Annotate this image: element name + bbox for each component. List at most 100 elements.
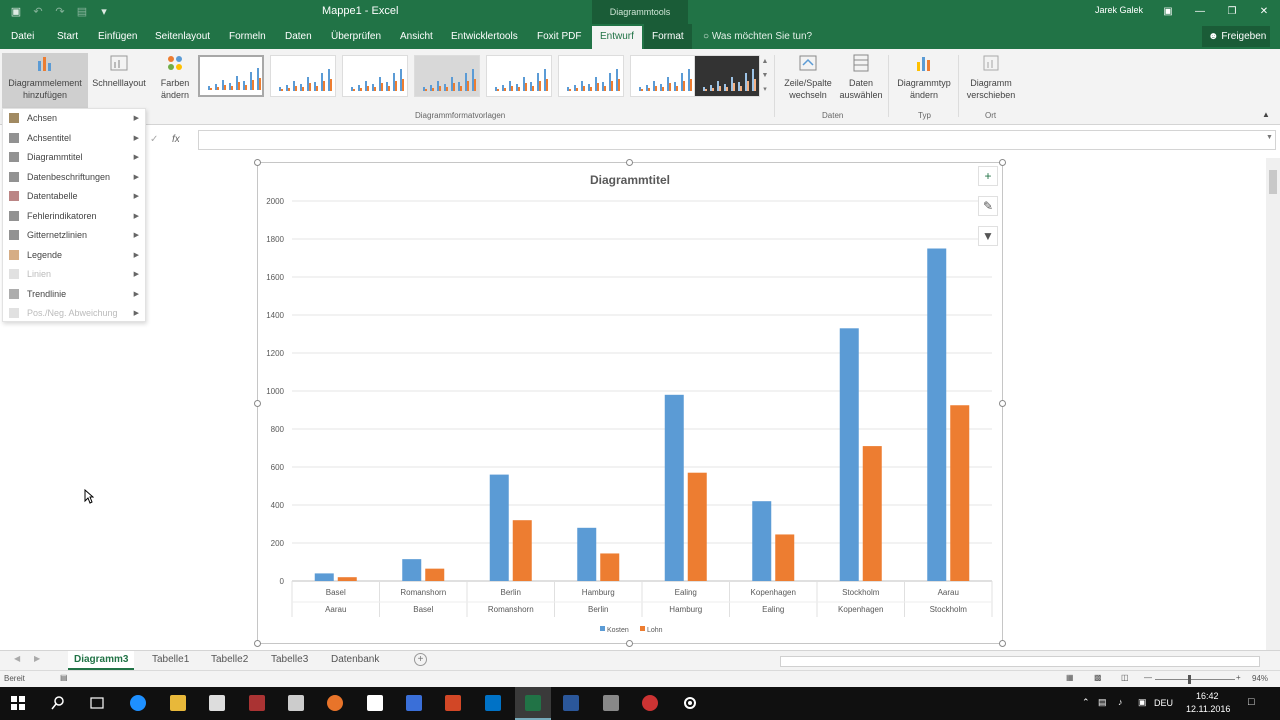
tab-formeln[interactable]: Formeln [229, 31, 266, 42]
bar-kosten[interactable] [314, 573, 334, 581]
tab-start[interactable]: Start [57, 31, 78, 42]
outlook-icon[interactable] [485, 695, 501, 711]
sheet-tab-diagramm3[interactable]: Diagramm3 [68, 651, 135, 670]
windows-start-icon[interactable] [10, 695, 26, 711]
minimize-icon[interactable]: — [1184, 0, 1216, 24]
tab-entwurf[interactable]: Entwurf [592, 26, 642, 49]
chart-style-1[interactable] [198, 55, 264, 97]
tab-foxit-pdf[interactable]: Foxit PDF [537, 31, 581, 42]
resize-handle[interactable] [626, 640, 633, 647]
notifications-icon[interactable]: □ [1248, 696, 1255, 708]
legend[interactable]: Kosten Lohn [600, 626, 663, 634]
formula-input[interactable] [198, 130, 1276, 150]
add-chart-element-button[interactable]: Diagrammelement hinzufügen [2, 53, 88, 113]
language-indicator[interactable]: DEU [1154, 698, 1173, 708]
bar-lohn[interactable] [512, 520, 532, 581]
prev-sheet-icon[interactable]: ◀ [14, 654, 20, 663]
new-sheet-icon[interactable]: + [414, 653, 427, 666]
menu-item-diagrammtitel[interactable]: Diagrammtitel ▶ [3, 148, 145, 167]
collapse-ribbon-icon[interactable]: ▲ [1262, 109, 1270, 121]
zoom-slider-thumb[interactable] [1188, 675, 1191, 684]
tab-entwicklertools[interactable]: Entwicklertools [451, 31, 518, 42]
tab-daten[interactable]: Daten [285, 31, 312, 42]
menu-item-datentabelle[interactable]: Datentabelle ▶ [3, 187, 145, 206]
menu-item-legende[interactable]: Legende ▶ [3, 246, 145, 265]
change-chart-type-button[interactable]: Diagrammtyp ändern [892, 53, 956, 101]
zoom-level[interactable]: 94% [1252, 674, 1268, 683]
gallery-more-icon[interactable]: ▾ [760, 83, 770, 97]
tab-datei[interactable]: Datei [11, 31, 34, 42]
print-icon[interactable]: ▤ [74, 4, 90, 20]
chart-style-4[interactable] [414, 55, 480, 97]
chart-elements-plus-icon[interactable]: + [978, 166, 998, 186]
app-icon[interactable] [406, 695, 422, 711]
quick-layout-button[interactable]: Schnelllayout [90, 53, 148, 89]
bar-lohn[interactable] [337, 577, 357, 581]
chart-style-3[interactable] [342, 55, 408, 97]
customize-qat-icon[interactable]: ▾ [96, 4, 112, 20]
clock-date[interactable]: 12.11.2016 [1186, 704, 1230, 714]
share-button[interactable]: ☻ Freigeben [1202, 26, 1270, 47]
tab-ansicht[interactable]: Ansicht [400, 31, 433, 42]
firefox-icon[interactable] [327, 695, 343, 711]
select-data-button[interactable]: Daten auswählen [838, 53, 884, 101]
powerpoint-icon[interactable] [445, 695, 461, 711]
chart-styles-brush-icon[interactable]: ✎ [978, 196, 998, 216]
zoom-in-icon[interactable]: + [1236, 673, 1241, 682]
page-break-view-icon[interactable]: ◫ [1121, 673, 1129, 682]
bar-kosten[interactable] [402, 559, 422, 581]
network-icon[interactable]: ▤ [1098, 697, 1107, 708]
resize-handle[interactable] [999, 159, 1006, 166]
gallery-scroll[interactable]: ▲ ▼ ▾ [760, 55, 770, 99]
menu-item-datenbeschriftungen[interactable]: Datenbeschriftungen ▶ [3, 168, 145, 187]
resize-handle[interactable] [254, 640, 261, 647]
user-name[interactable]: Jarek Galek [1095, 5, 1143, 15]
confirm-icon[interactable]: ✓ [150, 134, 158, 145]
resize-handle[interactable] [626, 159, 633, 166]
chart-style-6[interactable] [558, 55, 624, 97]
app-icon[interactable] [249, 695, 265, 711]
tab-einfuegen[interactable]: Einfügen [98, 31, 137, 42]
next-sheet-icon[interactable]: ▶ [34, 654, 40, 663]
chart-svg[interactable]: Diagrammtitel 0 200 400 600 800 1000 1200 1400 1… [258, 163, 1002, 643]
undo-icon[interactable]: ↶ [30, 4, 46, 20]
resize-handle[interactable] [254, 400, 261, 407]
excel-taskbar-button[interactable] [515, 687, 551, 720]
word-icon[interactable] [563, 695, 579, 711]
message-icon[interactable]: ▣ [1138, 697, 1147, 708]
tab-seitenlayout[interactable]: Seitenlayout [155, 31, 210, 42]
chart-filter-icon[interactable]: ▼ [978, 226, 998, 246]
menu-item-achsentitel[interactable]: Achsentitel ▶ [3, 129, 145, 148]
chart-style-8[interactable] [694, 55, 760, 97]
zoom-slider[interactable] [1155, 679, 1235, 680]
bar-lohn[interactable] [425, 568, 445, 581]
search-icon[interactable] [50, 695, 66, 711]
chart-style-2[interactable] [270, 55, 336, 97]
vertical-scrollbar[interactable] [1266, 158, 1280, 650]
scroll-down-icon[interactable]: ▼ [760, 69, 770, 83]
sheet-tab-tabelle1[interactable]: Tabelle1 [152, 654, 189, 665]
sheet-tab-tabelle3[interactable]: Tabelle3 [271, 654, 308, 665]
tell-me-box[interactable]: ○ Was möchten Sie tun? [703, 31, 812, 42]
bar-lohn[interactable] [950, 405, 970, 581]
menu-item-gitternetzlinien[interactable]: Gitternetzlinien ▶ [3, 226, 145, 245]
normal-view-icon[interactable]: ▦ [1066, 673, 1074, 682]
app-icon[interactable] [642, 695, 658, 711]
chart-area[interactable]: Diagrammtitel 0 200 400 600 800 1000 1200 1400 1… [257, 162, 1003, 644]
bar-kosten[interactable] [839, 328, 859, 581]
app-icon[interactable] [603, 695, 619, 711]
bar-kosten[interactable] [489, 474, 509, 581]
chart-style-7[interactable] [630, 55, 696, 97]
switch-row-column-button[interactable]: Zeile/Spalte wechseln [778, 53, 838, 101]
bar-kosten[interactable] [927, 248, 947, 582]
resize-handle[interactable] [999, 400, 1006, 407]
menu-item-trendlinie[interactable]: Trendlinie ▶ [3, 285, 145, 304]
zoom-out-icon[interactable]: — [1144, 673, 1152, 682]
sheet-tab-tabelle2[interactable]: Tabelle2 [211, 654, 248, 665]
chart-title[interactable]: Diagrammtitel [590, 173, 670, 187]
bar-lohn[interactable] [775, 534, 795, 581]
function-icon[interactable]: fx [172, 134, 180, 145]
macro-record-icon[interactable]: ▤ [60, 673, 68, 682]
restore-icon[interactable]: ❐ [1216, 0, 1248, 24]
expand-formula-icon[interactable]: ▼ [1266, 134, 1273, 141]
